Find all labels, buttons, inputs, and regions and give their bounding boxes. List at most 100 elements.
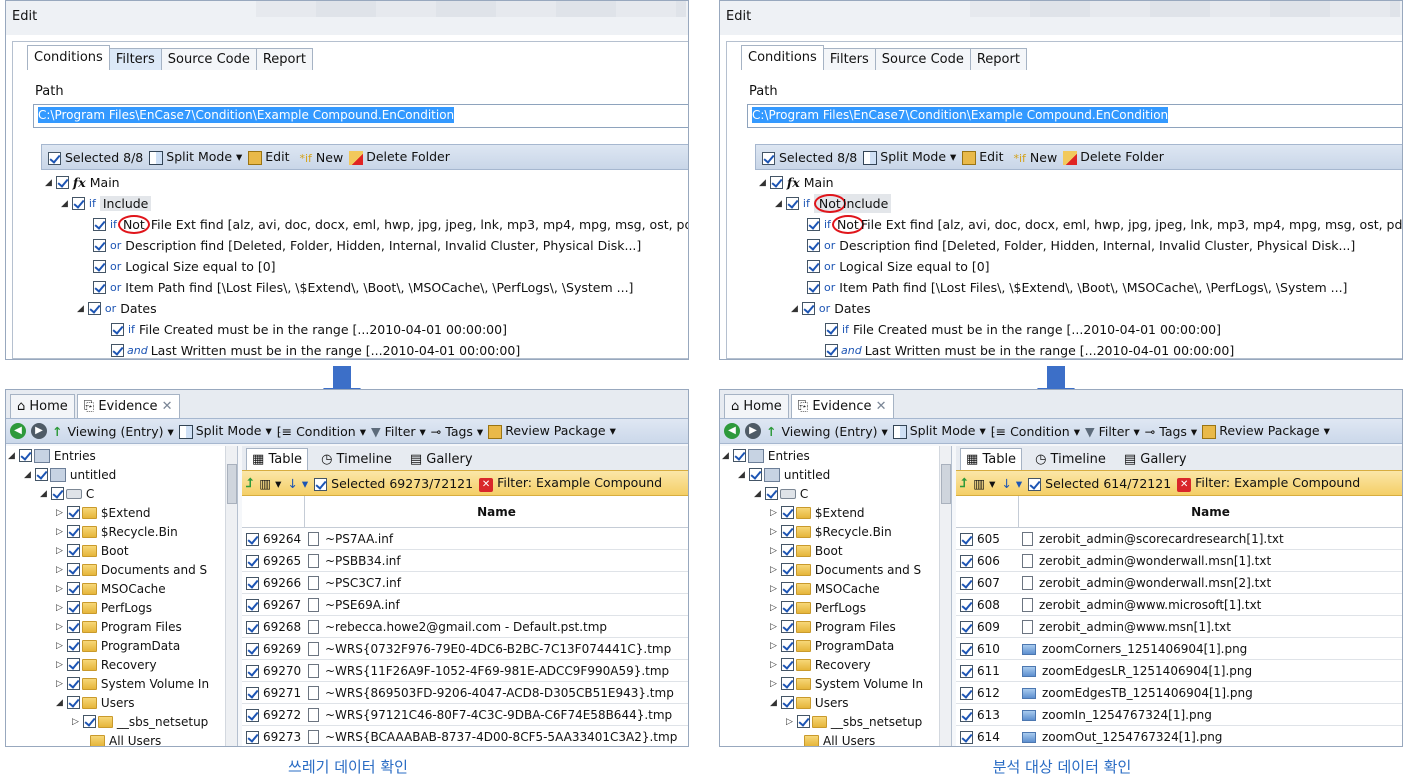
checkbox-icon[interactable] <box>960 664 973 678</box>
filter-badge[interactable]: ✕ Filter: Example Compound <box>1177 475 1360 492</box>
collapse-arrow-icon[interactable]: ◢ <box>738 470 745 480</box>
checkbox-icon[interactable] <box>66 677 80 690</box>
checkbox-icon[interactable] <box>960 532 973 546</box>
checkbox-icon[interactable] <box>780 563 794 576</box>
checkbox-icon[interactable] <box>66 601 80 614</box>
tree-c-drive[interactable]: ◢ C <box>40 484 94 503</box>
checkbox-icon[interactable] <box>71 197 85 210</box>
checkbox-icon[interactable] <box>785 197 799 210</box>
table-row[interactable]: 69266 ~PSC3C7.inf <box>242 572 688 594</box>
checkbox-icon[interactable] <box>246 532 259 546</box>
tree-untitled[interactable]: ◢ untitled <box>24 465 116 484</box>
row-number-cell[interactable]: 69267 <box>246 598 301 612</box>
tree-folder[interactable]: ▷ $Extend <box>56 503 151 522</box>
tree-node-created[interactable]: if File Created must be in the range [...… <box>111 319 507 340</box>
tree-scrollbar[interactable] <box>225 446 237 746</box>
tree-folder[interactable]: ▷ $Extend <box>770 503 865 522</box>
tree-folder[interactable]: ▷ System Volume In <box>770 674 923 693</box>
collapse-arrow-icon[interactable]: ◢ <box>8 451 15 461</box>
row-number-cell[interactable]: 612 <box>960 686 1000 700</box>
collapse-arrow-icon[interactable]: ◢ <box>45 178 52 188</box>
row-number-cell[interactable]: 611 <box>960 664 1000 678</box>
checkbox-icon[interactable] <box>780 601 794 614</box>
checkbox-icon[interactable] <box>732 449 746 462</box>
tree-node-main[interactable]: ◢ fx Main <box>759 172 834 193</box>
row-name-cell[interactable]: zerobit_admin@www.microsoft[1].txt <box>1022 598 1261 612</box>
row-number-cell[interactable]: 69272 <box>246 708 301 722</box>
checkbox-icon[interactable] <box>764 487 778 500</box>
filter-badge[interactable]: ✕ Filter: Example Compound <box>479 475 662 492</box>
checkbox-icon[interactable] <box>87 302 101 315</box>
checkbox-icon[interactable] <box>807 218 820 231</box>
checkbox-icon[interactable] <box>796 715 810 728</box>
path-input[interactable]: C:\Program Files\EnCase7\Condition\Examp… <box>33 104 688 128</box>
edit-button[interactable]: Edit <box>962 149 1003 165</box>
checkbox-icon[interactable] <box>769 176 783 189</box>
checkbox-icon[interactable] <box>807 281 820 294</box>
row-number-cell[interactable]: 69264 <box>246 532 301 546</box>
tree-node-file-ext[interactable]: if Not File Ext find [alz, avi, doc, docx,… <box>93 214 688 235</box>
checkbox-icon[interactable] <box>93 239 106 252</box>
checkbox-icon[interactable] <box>780 544 794 557</box>
checkbox-icon[interactable] <box>960 620 973 634</box>
split-mode-button[interactable]: Split Mode ▾ <box>149 149 242 165</box>
go-up-icon[interactable]: ⮥ <box>960 475 967 491</box>
checkbox-icon[interactable] <box>82 715 96 728</box>
checkbox-icon[interactable] <box>18 449 32 462</box>
review-package-dropdown[interactable]: Review Package ▾ <box>1202 423 1330 439</box>
collapse-arrow-icon[interactable]: ◢ <box>40 489 47 499</box>
checkbox-icon[interactable] <box>246 730 259 744</box>
delete-folder-button[interactable]: Delete Folder <box>1063 149 1164 165</box>
tree-node-file-ext[interactable]: if Not File Ext find [alz, avi, doc, docx,… <box>807 214 1402 235</box>
tab-timeline[interactable]: ◷ Timeline <box>1030 449 1111 470</box>
tree-c-drive[interactable]: ◢ C <box>754 484 808 503</box>
table-row[interactable]: 69268 ~rebecca.howe2@gmail.com - Default.… <box>242 616 688 638</box>
table-row[interactable]: 69270 ~WRS{11F26A9F-1052-4F69-981E-ADCC9F… <box>242 660 688 682</box>
checkbox-icon[interactable] <box>246 620 259 634</box>
table-row[interactable]: 69264 ~PS7AA.inf <box>242 528 688 550</box>
tree-folder[interactable]: ◢ Users <box>770 693 849 712</box>
row-name-cell[interactable]: ~PS7AA.inf <box>308 532 393 546</box>
table-row[interactable]: 611 zoomEdgesLR_1251406904[1].png <box>956 660 1402 682</box>
row-name-cell[interactable]: ~PSBB34.inf <box>308 554 401 568</box>
row-name-cell[interactable]: zoomEdgesTB_1251406904[1].png <box>1022 686 1253 700</box>
checkbox-icon[interactable] <box>780 525 794 538</box>
tree-folder[interactable]: ▷ ProgramData <box>770 636 894 655</box>
table-row[interactable]: 69267 ~PSE69A.inf <box>242 594 688 616</box>
tree-folder[interactable]: ▷ PerfLogs <box>56 598 152 617</box>
split-mode-dropdown[interactable]: Split Mode ▾ <box>892 423 986 439</box>
checkbox-icon[interactable] <box>801 302 815 315</box>
checkbox-icon[interactable] <box>748 468 762 481</box>
tree-folder[interactable]: ▷ Documents and S <box>56 560 207 579</box>
row-number-cell[interactable]: 610 <box>960 642 1000 656</box>
condition-dropdown[interactable]: ⁅≡ Condition ▾ <box>277 424 366 439</box>
checkbox-icon[interactable] <box>960 642 973 656</box>
row-number-cell[interactable]: 69269 <box>246 642 301 656</box>
checkbox-icon[interactable] <box>246 686 259 700</box>
checkbox-icon[interactable] <box>960 730 973 744</box>
tab-home[interactable]: ⌂ Home <box>10 394 75 418</box>
review-package-dropdown[interactable]: Review Package ▾ <box>488 423 616 439</box>
checkbox-icon[interactable] <box>246 708 259 722</box>
checkbox-icon[interactable] <box>66 620 80 633</box>
row-number-cell[interactable]: 609 <box>960 620 1000 634</box>
row-name-cell[interactable]: zoomCorners_1251406904[1].png <box>1022 642 1247 656</box>
checkbox-icon[interactable] <box>246 576 259 590</box>
row-name-cell[interactable]: zoomEdgesLR_1251406904[1].png <box>1022 664 1252 678</box>
forward-icon[interactable]: ▶ <box>745 423 761 439</box>
tree-folder[interactable]: All Users <box>88 731 161 746</box>
tree-node-description[interactable]: or Description find [Deleted, Folder, Hid… <box>93 235 641 256</box>
tree-folder[interactable]: ▷ PerfLogs <box>770 598 866 617</box>
table-row[interactable]: 612 zoomEdgesTB_1251406904[1].png <box>956 682 1402 704</box>
tree-node-description[interactable]: or Description find [Deleted, Folder, Hid… <box>807 235 1355 256</box>
selected-count[interactable]: Selected 614/72121 <box>1028 476 1171 491</box>
collapse-arrow-icon[interactable]: ◢ <box>77 304 84 314</box>
checkbox-icon[interactable] <box>66 696 80 709</box>
tree-node-main[interactable]: ◢ fx Main <box>45 172 120 193</box>
checkbox-icon[interactable] <box>246 554 259 568</box>
checkbox-icon[interactable] <box>50 487 64 500</box>
selected-count[interactable]: Selected 69273/72121 <box>314 476 473 491</box>
condition-dropdown[interactable]: ⁅≡ Condition ▾ <box>991 424 1080 439</box>
split-mode-button[interactable]: Split Mode ▾ <box>863 149 956 165</box>
tab-conditions[interactable]: Conditions <box>741 45 824 70</box>
